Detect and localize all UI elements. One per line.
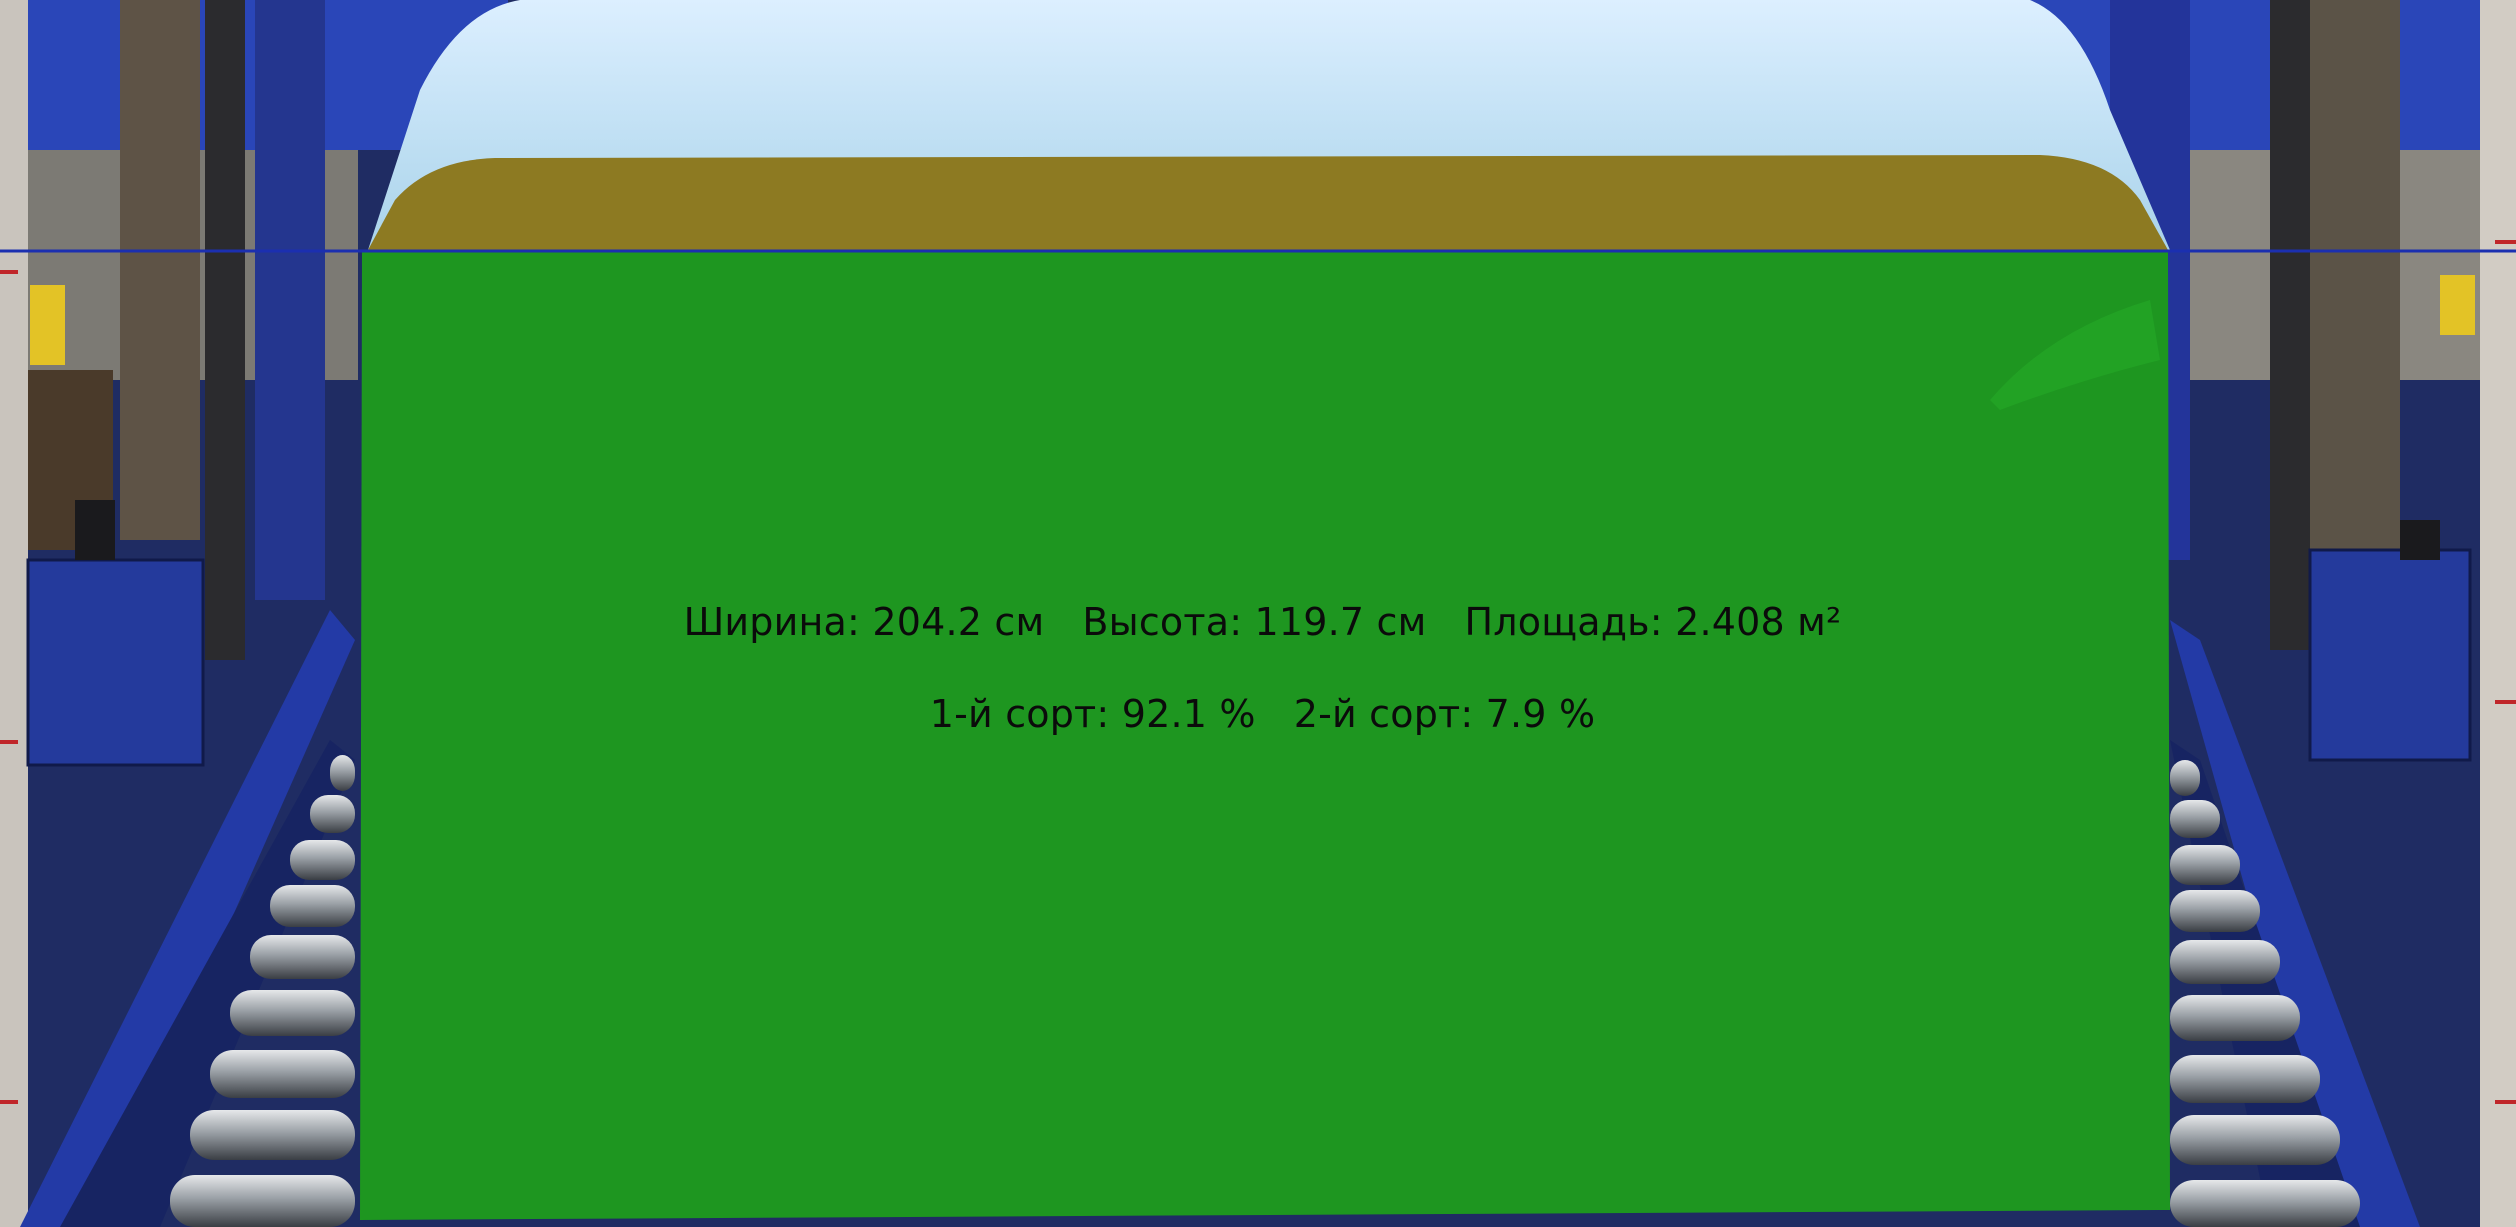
area-value: 2.408 м² [1675,600,1842,644]
area-label: Площадь: [1464,600,1663,644]
grade1-value: 92.1 % [1121,692,1256,736]
grade1-label: 1-й сорт: [929,692,1110,736]
width-value: 204.2 см [872,600,1045,644]
dimensions-readout: Ширина: 204.2 см Высота: 119.7 см Площадь:… [355,600,2170,644]
height-value: 119.7 см [1254,600,1427,644]
height-label: Высота: [1082,600,1243,644]
grade2-label: 2-й сорт: [1293,692,1474,736]
grade-readout: 1-й сорт: 92.1 % 2-й сорт: 7.9 % [355,692,2170,736]
first-grade-region [360,252,2170,1220]
grade2-value: 7.9 % [1485,692,1596,736]
second-grade-region [368,155,2168,250]
width-label: Ширина: [683,600,861,644]
